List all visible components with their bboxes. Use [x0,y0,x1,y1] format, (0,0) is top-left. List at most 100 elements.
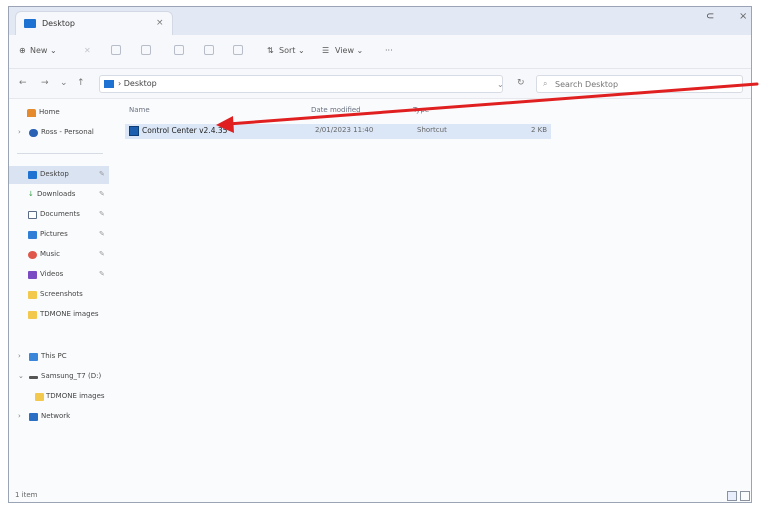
sidebar-item-home[interactable]: Home [9,104,109,122]
address-row: ← → ⌄ ↑ › Desktop ⌄ ↻ ⌕ [9,69,751,99]
new-icon: ⊕ [19,46,26,55]
tab-strip: Desktop × ⊂ × [9,7,751,35]
tiles-view-button[interactable] [740,491,750,501]
cloud-icon [29,129,38,137]
recent-locations-button[interactable]: ⌄ [60,78,68,88]
videos-icon [28,271,37,279]
file-name: Control Center v2.4.35 [142,126,228,135]
network-icon [29,413,38,421]
sidebar-item-label: TDMONE images [40,310,99,318]
sidebar-item-label: Samsung_T7 (D:) [41,372,102,380]
sidebar-item-desktop[interactable]: Desktop ✎ [9,166,109,184]
sidebar-item-drive-tdmone-images[interactable]: TDMONE images [9,388,109,406]
file-list: Name Date modified Type Control Center v… [119,99,749,489]
more-options-button[interactable]: ··· [385,46,393,55]
sidebar-item-label: TDMONE images [46,392,105,400]
file-explorer-window: Desktop × ⊂ × ⊕ New ⌄ ✕ ⇅ Sort ⌄ ☰ View … [8,6,752,503]
pin-icon: ✎ [99,230,105,238]
sidebar-item-this-pc[interactable]: › This PC [9,348,109,366]
refresh-button[interactable]: ↻ [517,78,525,88]
pc-icon [29,353,38,361]
breadcrumb[interactable]: › Desktop [118,79,157,88]
item-count: 1 item [15,491,38,499]
navigation-pane: Home › Ross - Personal Desktop ✎ ↓ Downl… [9,99,109,489]
pin-icon: ✎ [99,190,105,198]
command-bar: ⊕ New ⌄ ✕ ⇅ Sort ⌄ ☰ View ⌄ ··· [9,35,751,69]
pin-icon: ✎ [99,250,105,258]
status-bar: 1 item [9,489,751,502]
rename-icon[interactable] [174,45,184,55]
tab-title: Desktop [42,19,75,28]
sidebar-item-downloads[interactable]: ↓ Downloads ✎ [9,186,109,204]
shortcut-icon [129,126,139,136]
search-box[interactable]: ⌕ [536,75,743,93]
folder-icon [35,393,44,401]
chevron-down-icon[interactable]: ⌄ [18,372,24,380]
pin-icon: ✎ [99,270,105,278]
forward-button[interactable]: → [41,78,49,88]
sidebar-item-label: Videos [40,270,64,278]
close-window-button[interactable]: × [739,11,747,22]
file-type: Shortcut [417,126,447,134]
new-button[interactable]: New ⌄ [30,46,57,55]
sidebar-item-label: Downloads [37,190,76,198]
sidebar-item-label: Documents [40,210,80,218]
sidebar-item-tdmone-images[interactable]: TDMONE images [9,306,109,324]
sidebar-item-label: Screenshots [40,290,83,298]
folder-icon [24,19,36,28]
sidebar-item-documents[interactable]: Documents ✎ [9,206,109,224]
search-icon: ⌕ [543,79,548,88]
sidebar-item-label: Pictures [40,230,68,238]
pin-icon: ✎ [99,170,105,178]
sidebar-item-label: This PC [41,352,67,360]
sidebar-item-network[interactable]: › Network [9,408,109,426]
file-row[interactable]: Control Center v2.4.35 2/01/2023 11:40 S… [125,124,551,139]
music-icon [28,251,37,259]
folder-icon [28,291,37,299]
copy-icon[interactable] [111,45,121,55]
sidebar-item-videos[interactable]: Videos ✎ [9,266,109,284]
sidebar-item-samsung-drive[interactable]: ⌄ Samsung_T7 (D:) [9,368,109,386]
details-view-button[interactable] [727,491,737,501]
paste-icon[interactable] [141,45,151,55]
sidebar-item-label: Music [40,250,60,258]
sidebar-item-label: Home [39,108,60,116]
sidebar-item-label: Ross - Personal [41,128,94,136]
drive-icon [29,376,38,379]
home-icon [27,109,36,117]
file-size: 2 KB [531,126,548,134]
sidebar-item-onedrive[interactable]: › Ross - Personal [9,124,109,142]
sidebar-item-music[interactable]: Music ✎ [9,246,109,264]
chevron-right-icon[interactable]: › [18,352,21,360]
tab-close-button[interactable]: × [156,18,164,28]
sidebar-item-label: Network [41,412,71,420]
tab-desktop[interactable]: Desktop × [15,11,173,35]
sidebar-item-screenshots[interactable]: Screenshots [9,286,109,304]
share-icon[interactable] [204,45,214,55]
sidebar-item-pictures[interactable]: Pictures ✎ [9,226,109,244]
sort-icon: ⇅ [267,46,274,55]
desktop-icon [104,80,114,88]
back-button[interactable]: ← [19,78,27,88]
sort-button[interactable]: Sort ⌄ [279,46,305,55]
folder-icon [28,311,37,319]
search-input[interactable] [555,78,735,90]
document-icon [28,211,37,219]
minimize-button[interactable]: ⊂ [706,11,714,22]
delete-icon[interactable] [233,45,243,55]
cut-icon[interactable]: ✕ [84,46,91,55]
file-date: 2/01/2023 11:40 [315,126,374,134]
column-header-name[interactable]: Name [129,106,150,114]
sidebar-divider [17,153,103,154]
view-button[interactable]: View ⌄ [335,46,363,55]
view-icon: ☰ [322,46,330,55]
pictures-icon [28,231,37,239]
address-bar[interactable]: › Desktop [99,75,503,93]
column-header-type[interactable]: Type [413,106,429,114]
chevron-right-icon[interactable]: › [18,412,21,420]
chevron-right-icon[interactable]: › [18,128,21,136]
address-dropdown-button[interactable]: ⌄ [497,80,504,89]
download-icon: ↓ [28,190,34,198]
up-button[interactable]: ↑ [77,78,85,88]
column-header-date[interactable]: Date modified [311,106,361,114]
